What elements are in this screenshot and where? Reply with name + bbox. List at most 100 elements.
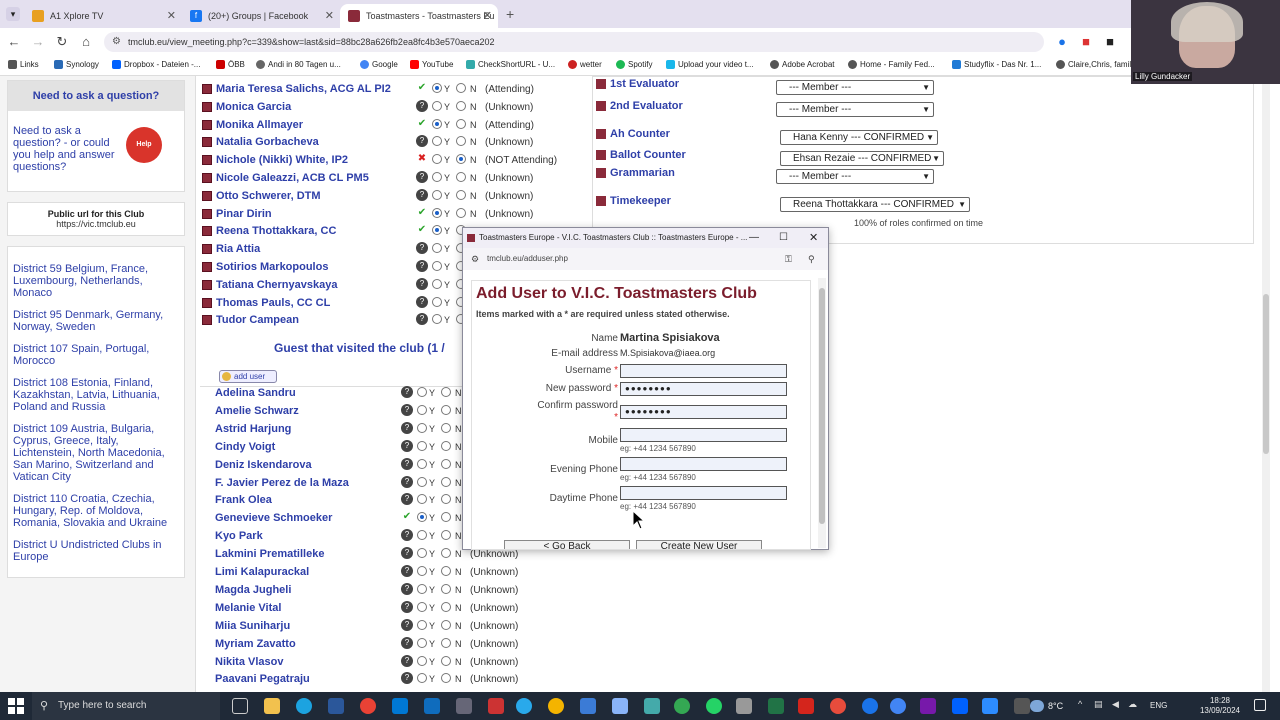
attending-yes-radio[interactable]	[417, 583, 427, 594]
attending-yes-radio[interactable]	[417, 673, 427, 684]
tab-a1-xplore[interactable]: A1 Xplore TV ✕	[24, 4, 182, 28]
attending-yes-radio[interactable]	[432, 118, 442, 129]
evening-phone-field[interactable]	[620, 457, 787, 471]
attending-no-radio[interactable]	[441, 637, 451, 648]
attending-yes-radio[interactable]	[417, 440, 427, 451]
attending-yes-radio[interactable]	[432, 243, 442, 254]
username-field[interactable]	[620, 364, 787, 378]
bookmark-item[interactable]: Studyflix - Das Nr. 1...	[952, 60, 1041, 69]
bookmark-item[interactable]: ÖBB	[216, 60, 245, 69]
file-explorer-icon[interactable]	[264, 698, 280, 714]
member-name[interactable]: Pinar Dirin	[216, 208, 272, 220]
attending-yes-radio[interactable]	[432, 296, 442, 307]
attending-no-radio[interactable]	[456, 207, 466, 218]
attending-no-radio[interactable]	[441, 476, 451, 487]
daytime-phone-field[interactable]	[620, 486, 787, 500]
maximize-icon[interactable]: ☐	[779, 228, 788, 248]
taskbar-search-box[interactable]: ⚲ Type here to search	[32, 692, 220, 720]
bookmark-item[interactable]: Home - Family Fed...	[848, 60, 935, 69]
attending-yes-radio[interactable]	[432, 100, 442, 111]
extension-icon[interactable]: ●	[1054, 34, 1070, 50]
attending-yes-radio[interactable]	[432, 83, 442, 93]
member-name[interactable]: Nichole (Nikki) White, IP2	[216, 154, 348, 166]
bookmark-item[interactable]: Adobe Acrobat	[770, 60, 834, 69]
edge-icon[interactable]	[296, 698, 312, 714]
back-icon[interactable]: ←	[6, 34, 22, 50]
district-link[interactable]: District 107 Spain, Portugal, Morocco	[13, 343, 179, 367]
attending-yes-radio[interactable]	[417, 387, 427, 397]
chrome-icon[interactable]	[674, 698, 690, 714]
telegram-icon[interactable]	[516, 698, 532, 714]
attending-no-radio[interactable]	[441, 619, 451, 630]
profile-icon[interactable]	[202, 190, 212, 201]
district-link[interactable]: District 109 Austria, Bulgaria, Cyprus, …	[13, 423, 179, 483]
dropbox-icon[interactable]	[952, 698, 968, 714]
app-icon[interactable]	[644, 698, 660, 714]
page-scrollbar-thumb[interactable]	[1263, 294, 1269, 454]
attending-yes-radio[interactable]	[417, 458, 427, 469]
attending-yes-radio[interactable]	[417, 548, 427, 559]
attending-yes-radio[interactable]	[417, 601, 427, 612]
profile-icon[interactable]	[202, 297, 212, 308]
extension-icon[interactable]: ■	[1078, 34, 1094, 50]
bookmark-item[interactable]: Synology	[54, 60, 99, 69]
guest-name[interactable]: Magda Jugheli	[215, 584, 291, 596]
app-icon[interactable]	[1014, 698, 1030, 714]
profile-icon[interactable]	[202, 137, 212, 148]
role-select[interactable]: Reena Thottakkara --- CONFIRMED ▼	[780, 197, 970, 212]
attending-yes-radio[interactable]	[417, 476, 427, 487]
attending-no-radio[interactable]	[456, 154, 466, 165]
volume-icon[interactable]: ◀	[1112, 699, 1119, 710]
member-name[interactable]: Thomas Pauls, CC CL	[216, 297, 330, 309]
acrobat-icon[interactable]	[798, 698, 814, 714]
member-name[interactable]: Maria Teresa Salichs, ACG AL PI2	[216, 83, 391, 95]
help-button-icon[interactable]: Help	[126, 127, 162, 163]
onenote-icon[interactable]	[920, 698, 936, 714]
attending-yes-radio[interactable]	[417, 637, 427, 648]
attending-no-radio[interactable]	[441, 494, 451, 505]
district-link[interactable]: District U Undistricted Clubs in Europe	[13, 539, 179, 563]
chrome-icon[interactable]	[360, 698, 376, 714]
site-info-icon[interactable]: ⚙	[112, 32, 121, 52]
excel-icon[interactable]	[768, 698, 784, 714]
weather-widget[interactable]: 8°C	[1030, 692, 1070, 720]
profile-icon[interactable]	[202, 119, 212, 130]
new-tab-button[interactable]: +	[506, 6, 514, 22]
zoom-app-icon[interactable]	[982, 698, 998, 714]
attending-no-radio[interactable]	[441, 583, 451, 594]
profile-icon[interactable]	[202, 244, 212, 255]
role-select[interactable]: Hana Kenny --- CONFIRMED ▼	[780, 130, 938, 145]
role-select[interactable]: Ehsan Rezaie --- CONFIRMED ▼	[780, 151, 944, 166]
member-name[interactable]: Natalia Gorbacheva	[216, 136, 319, 148]
guest-name[interactable]: Kyo Park	[215, 530, 263, 542]
bookmark-item[interactable]: wetter	[568, 60, 602, 69]
attending-yes-radio[interactable]	[417, 566, 427, 576]
app-icon[interactable]	[890, 698, 906, 714]
attending-no-radio[interactable]	[441, 548, 451, 559]
profile-icon[interactable]	[202, 173, 212, 183]
close-icon[interactable]: ✕	[809, 228, 818, 248]
create-new-user-button[interactable]: Create New User	[636, 540, 762, 549]
app-icon[interactable]	[612, 698, 628, 714]
profile-icon[interactable]	[202, 208, 212, 219]
attending-yes-radio[interactable]	[417, 655, 427, 666]
member-name[interactable]: Monika Allmayer	[216, 119, 303, 131]
bookmark-item[interactable]: YouTube	[410, 60, 453, 69]
guest-name[interactable]: Paavani Pegatraju	[215, 673, 310, 685]
guest-name[interactable]: Deniz Iskendarova	[215, 459, 312, 471]
windows-start-icon[interactable]	[8, 698, 24, 714]
attending-yes-radio[interactable]	[417, 404, 427, 415]
new-password-field[interactable]: ●●●●●●●●	[620, 382, 787, 396]
attending-no-radio[interactable]	[441, 566, 451, 576]
member-name[interactable]: Monica Garcia	[216, 101, 291, 113]
app-icon[interactable]	[862, 698, 878, 714]
role-select[interactable]: --- Member --- ▼	[776, 80, 934, 95]
camera-icon[interactable]	[456, 698, 472, 714]
attending-yes-radio[interactable]	[417, 494, 427, 505]
attending-no-radio[interactable]	[456, 136, 466, 147]
attending-no-radio[interactable]	[441, 673, 451, 684]
mobile-field[interactable]	[620, 428, 787, 442]
bookmark-item[interactable]: Andi in 80 Tagen u...	[256, 60, 341, 69]
profile-icon[interactable]	[202, 226, 212, 237]
task-view-icon[interactable]	[232, 698, 248, 714]
